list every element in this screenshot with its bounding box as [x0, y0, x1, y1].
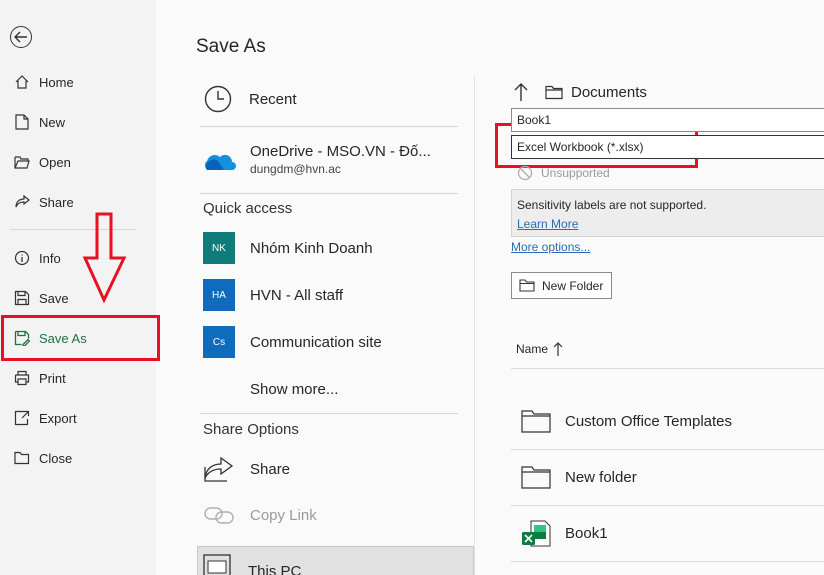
- file-row[interactable]: Book1: [521, 520, 608, 547]
- nav-print-label: Print: [39, 370, 66, 386]
- site-name: Nhóm Kinh Doanh: [250, 239, 373, 257]
- filename-input[interactable]: Book1: [511, 108, 824, 132]
- new-document-icon: [13, 113, 31, 131]
- quick-access-heading: Quick access: [203, 200, 293, 217]
- folder-path: Documents: [513, 82, 647, 102]
- list-divider: [511, 505, 824, 506]
- name-column-header[interactable]: Name: [516, 341, 563, 357]
- nav-new[interactable]: New: [0, 102, 156, 142]
- site-communication-site[interactable]: Cs Communication site: [203, 326, 382, 358]
- column-divider: [474, 75, 475, 575]
- sensitivity-disabled-icon: [517, 165, 533, 181]
- folder-icon: [521, 464, 551, 490]
- site-name: HVN - All staff: [250, 286, 344, 304]
- divider: [200, 413, 458, 414]
- current-folder[interactable]: Documents: [571, 84, 647, 101]
- learn-more-link[interactable]: Learn More: [517, 217, 578, 231]
- back-arrow-icon: [14, 31, 27, 43]
- nav-open[interactable]: Open: [0, 142, 156, 182]
- annotation-arrow-icon: [82, 212, 127, 304]
- share-option-share[interactable]: Share: [203, 455, 290, 483]
- backstage-nav: Home New Open Share Info Save Save As Pr…: [0, 0, 156, 575]
- computer-icon: [202, 553, 234, 575]
- nav-info-label: Info: [39, 250, 61, 266]
- location-recent-label: Recent: [249, 90, 297, 108]
- info-icon: [13, 249, 31, 267]
- file-name: Book1: [565, 524, 608, 542]
- more-options-link[interactable]: More options...: [511, 240, 590, 254]
- nav-home[interactable]: Home: [0, 62, 156, 102]
- sensitivity-selector: Unsupported: [517, 165, 610, 181]
- back-button[interactable]: [10, 26, 32, 48]
- nav-export-label: Export: [39, 410, 77, 426]
- sensitivity-status: Unsupported: [541, 166, 610, 180]
- nav-export[interactable]: Export: [0, 398, 156, 438]
- nav-save-label: Save: [39, 290, 69, 306]
- new-folder-label: New Folder: [542, 278, 604, 293]
- nav-share[interactable]: Share: [0, 182, 156, 222]
- sort-ascending-icon: [553, 341, 563, 357]
- file-name: New folder: [565, 468, 637, 486]
- share-option-label: Share: [250, 460, 291, 478]
- site-name: Communication site: [250, 333, 382, 351]
- nav-home-label: Home: [39, 74, 74, 90]
- site-tile-icon: Cs: [203, 326, 235, 358]
- list-divider: [511, 449, 824, 450]
- excel-file-icon: [521, 520, 551, 547]
- clock-icon: [204, 85, 232, 113]
- home-icon: [13, 73, 31, 91]
- file-type-select[interactable]: Excel Workbook (*.xlsx): [511, 135, 824, 159]
- print-icon: [13, 369, 31, 387]
- file-row[interactable]: New folder: [521, 464, 637, 490]
- new-folder-button[interactable]: New Folder: [511, 272, 613, 299]
- file-row[interactable]: Custom Office Templates: [521, 408, 732, 434]
- folder-icon: [545, 85, 563, 100]
- nav-new-label: New: [39, 114, 66, 130]
- this-pc-label: This PC: [248, 562, 302, 575]
- new-folder-icon: [519, 279, 535, 292]
- name-column-label: Name: [516, 342, 549, 356]
- site-tile-icon: NK: [203, 232, 235, 264]
- folder-icon: [521, 408, 551, 434]
- up-arrow-icon[interactable]: [513, 82, 529, 102]
- location-onedrive[interactable]: OneDrive - MSO.VN - Đố... dungdm@hvn.ac: [202, 143, 431, 176]
- save-icon: [13, 289, 31, 307]
- annotation-highlight-save-as: [1, 315, 160, 361]
- onedrive-cloud-icon: [202, 148, 236, 172]
- nav-share-label: Share: [39, 194, 74, 210]
- onedrive-email: dungdm@hvn.ac: [250, 162, 341, 176]
- page-title: Save As: [196, 36, 266, 57]
- location-recent[interactable]: Recent: [204, 85, 297, 113]
- site-hvn-all-staff[interactable]: HA HVN - All staff: [203, 279, 343, 311]
- share-option-copy-link[interactable]: Copy Link: [203, 504, 317, 526]
- share-options-heading: Share Options: [203, 421, 299, 438]
- onedrive-name: OneDrive - MSO.VN - Đố...: [250, 143, 431, 160]
- share-icon: [13, 193, 31, 211]
- list-divider: [511, 368, 824, 369]
- nav-open-label: Open: [39, 154, 71, 170]
- site-nhom-kinh-doanh[interactable]: NK Nhóm Kinh Doanh: [203, 232, 373, 264]
- list-divider: [511, 561, 824, 562]
- show-more-link[interactable]: Show more...: [250, 381, 338, 398]
- copy-link-label: Copy Link: [250, 506, 317, 524]
- divider: [200, 193, 458, 194]
- nav-print[interactable]: Print: [0, 358, 156, 398]
- sensitivity-message: Sensitivity labels are not supported.: [517, 198, 707, 212]
- nav-info[interactable]: Info: [0, 238, 156, 278]
- nav-close-label: Close: [39, 450, 73, 466]
- divider: [200, 126, 458, 127]
- location-this-pc[interactable]: This PC: [197, 546, 474, 575]
- share-arrow-icon: [203, 455, 235, 483]
- open-folder-icon: [13, 153, 31, 171]
- sensitivity-notice: Sensitivity labels are not supported. Le…: [511, 189, 824, 237]
- export-icon: [13, 409, 31, 427]
- onedrive-text: OneDrive - MSO.VN - Đố... dungdm@hvn.ac: [250, 143, 431, 176]
- site-tile-icon: HA: [203, 279, 235, 311]
- link-icon: [203, 504, 235, 526]
- nav-save[interactable]: Save: [0, 278, 156, 318]
- file-name: Custom Office Templates: [565, 412, 733, 430]
- close-folder-icon: [13, 449, 31, 467]
- nav-close[interactable]: Close: [0, 438, 156, 478]
